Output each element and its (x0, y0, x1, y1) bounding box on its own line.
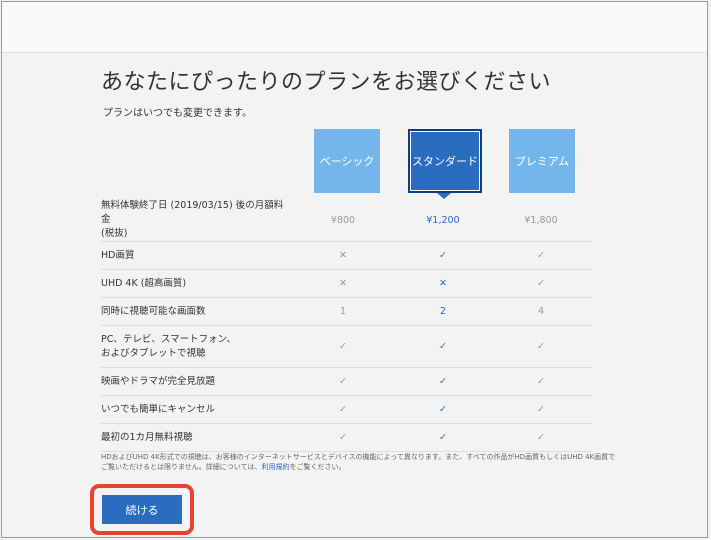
row-label: PC、テレビ、スマートフォン、 およびタブレットで視聴 (101, 325, 290, 368)
standard-value: ¥1,200 (396, 199, 490, 242)
basic-value: ✕ (290, 269, 396, 298)
plan-standard-button[interactable]: スタンダード (408, 129, 482, 193)
basic-value: ¥800 (290, 199, 396, 242)
terms-link[interactable]: 利用規約 (261, 463, 289, 471)
row-label: いつでも簡単にキャンセル (101, 395, 290, 424)
plan-comparison-table: 無料体験終了日 (2019/03/15) 後の月額料金 (税抜) ¥800 ¥1,20… (101, 199, 592, 452)
premium-value: ✓ (490, 241, 592, 270)
premium-value: ✓ (490, 367, 592, 396)
standard-value: ✕ (396, 269, 490, 298)
continue-button[interactable]: 続ける (102, 495, 182, 524)
row-label: HD画質 (101, 241, 290, 270)
standard-value: ✓ (396, 241, 490, 270)
row-label: 無料体験終了日 (2019/03/15) 後の月額料金 (税抜) (101, 199, 290, 242)
page-title: あなたにぴったりのプランをお選びください (101, 70, 552, 95)
table-row: PC、テレビ、スマートフォン、 およびタブレットで視聴 ✓ ✓ ✓ (101, 325, 592, 368)
basic-value: ✓ (290, 367, 396, 396)
footnote: HDおよびUHD 4K形式での視聴は、お客様のインターネットサービスとデバイスの… (101, 452, 621, 472)
standard-value: ✓ (396, 325, 490, 368)
basic-value: 1 (290, 297, 396, 326)
plan-premium-button[interactable]: プレミアム (509, 129, 575, 193)
table-row: HD画質 ✕ ✓ ✓ (101, 241, 592, 270)
top-bar (2, 2, 707, 53)
premium-value: ✓ (490, 325, 592, 368)
basic-value: ✕ (290, 241, 396, 270)
standard-value: ✓ (396, 367, 490, 396)
page-subtitle: プランはいつでも変更できます。 (103, 108, 252, 119)
standard-value: ✓ (396, 395, 490, 424)
standard-value: 2 (396, 297, 490, 326)
premium-value: ¥1,800 (490, 199, 592, 242)
standard-value: ✓ (396, 423, 490, 452)
plan-basic-button[interactable]: ベーシック (314, 129, 380, 193)
table-row: UHD 4K (超高画質) ✕ ✕ ✓ (101, 269, 592, 298)
table-row: 同時に視聴可能な画面数 1 2 4 (101, 297, 592, 326)
continue-button-highlight: 続ける (90, 484, 194, 535)
table-row: 無料体験終了日 (2019/03/15) 後の月額料金 (税抜) ¥800 ¥1,20… (101, 199, 592, 242)
premium-value: 4 (490, 297, 592, 326)
table-row: 最初の1カ月無料視聴 ✓ ✓ ✓ (101, 423, 592, 452)
footnote-text: HDおよびUHD 4K形式での視聴は、お客様のインターネットサービスとデバイスの… (101, 453, 616, 471)
table-row: 映画やドラマが完全見放題 ✓ ✓ ✓ (101, 367, 592, 396)
premium-value: ✓ (490, 395, 592, 424)
row-label: UHD 4K (超高画質) (101, 269, 290, 298)
footnote-suffix: をご覧ください。 (289, 463, 346, 471)
row-label: 映画やドラマが完全見放題 (101, 367, 290, 396)
row-label: 最初の1カ月無料視聴 (101, 423, 290, 452)
basic-value: ✓ (290, 325, 396, 368)
premium-value: ✓ (490, 269, 592, 298)
basic-value: ✓ (290, 423, 396, 452)
basic-value: ✓ (290, 395, 396, 424)
table-row: いつでも簡単にキャンセル ✓ ✓ ✓ (101, 395, 592, 424)
premium-value: ✓ (490, 423, 592, 452)
row-label: 同時に視聴可能な画面数 (101, 297, 290, 326)
